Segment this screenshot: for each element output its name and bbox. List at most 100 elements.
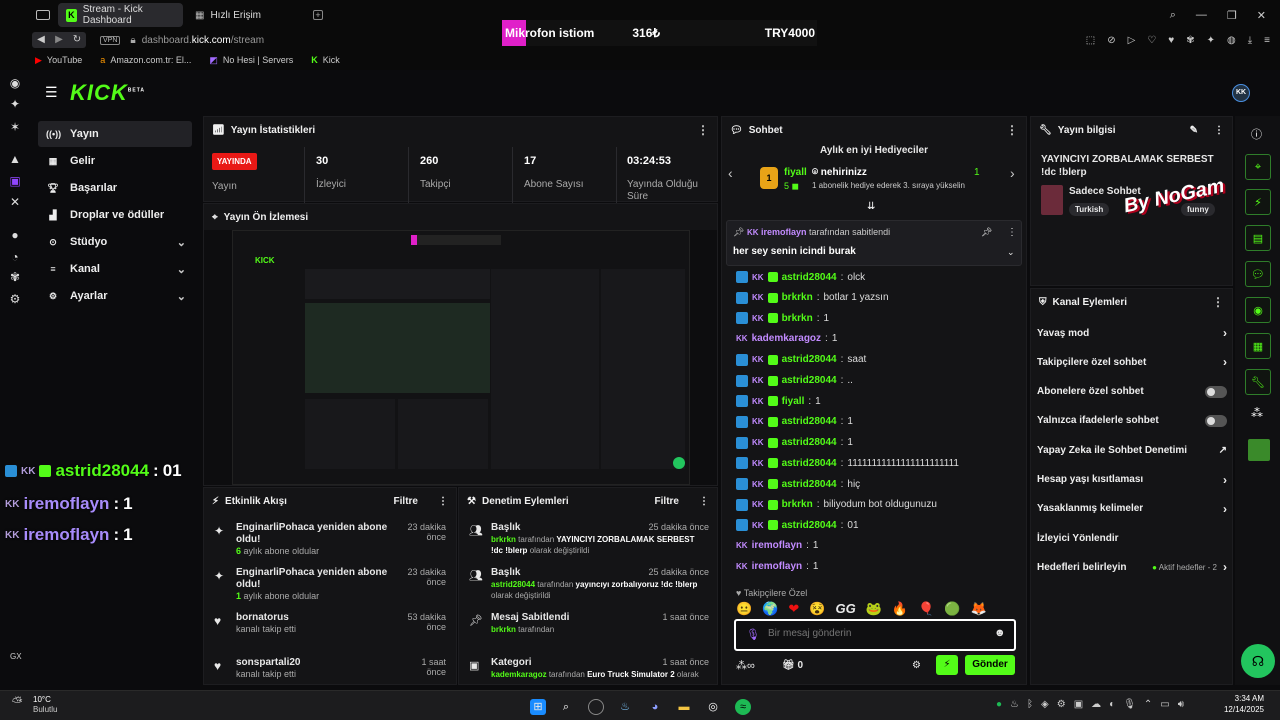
pinned-more-icon[interactable]: ⋮ <box>1007 227 1017 238</box>
chat-message[interactable]: KK astrid28044:11111111111111111111111 <box>736 457 959 470</box>
tray-app2-icon[interactable]: ⚙ <box>1057 699 1066 710</box>
chat-message[interactable]: KK brkrkn: botlar 1 yazsın <box>736 291 889 304</box>
action-toggle[interactable] <box>1205 414 1227 427</box>
activity-toggle-icon[interactable]: ⚡︎ <box>1245 189 1271 215</box>
chat-message[interactable]: KK astrid28044:1 <box>736 436 853 449</box>
nav-item[interactable]: ((•)) Yayın <box>38 121 192 147</box>
ext3-icon[interactable]: ◍ <box>1227 35 1236 46</box>
chat-username[interactable]: astrid28044 <box>782 272 837 283</box>
moderation-item[interactable]: 👥︎ Başlık brkrkn tarafından YAYINCIYI ZORB… <box>469 522 709 564</box>
avatar[interactable]: KK <box>1232 84 1250 102</box>
reload-icon[interactable]: ↻ <box>68 32 86 48</box>
chat-message[interactable]: KK astrid28044: olck <box>736 271 865 283</box>
tray-app4-icon[interactable]: ☁ <box>1091 699 1101 710</box>
chat-username[interactable]: iremoflayn <box>752 561 803 572</box>
chat-message[interactable]: KK iremoflayn:1 <box>736 561 818 572</box>
maximize-icon[interactable]: ❐ <box>1227 9 1237 22</box>
chat-username[interactable]: astrid28044 <box>782 354 837 365</box>
preview-toggle-icon[interactable]: ⌖ <box>1245 154 1271 180</box>
chat-username[interactable]: astrid28044 <box>782 458 837 469</box>
chat-message[interactable]: KK brkrkn:1 <box>736 312 829 325</box>
emote[interactable]: 🌍 <box>762 601 778 617</box>
channel-action-item[interactable]: Yalnızca ifadelerle sohbet <box>1037 411 1227 431</box>
tray-bluetooth-icon[interactable]: ᛒ <box>1027 699 1033 710</box>
tab-workspace-icon[interactable] <box>36 10 50 20</box>
nav-item[interactable]: ▟ Droplar ve ödüller <box>38 202 192 228</box>
tab-quick-access[interactable]: ▦ Hızlı Erişim <box>187 3 307 27</box>
emote[interactable]: 🐸 <box>866 601 882 617</box>
chat-username[interactable]: astrid28044 <box>782 437 837 448</box>
more-icon[interactable]: ⋮ <box>1212 295 1224 309</box>
pinned-message[interactable]: 📌︎ KK iremoflayn tarafından sabitlendi h… <box>726 220 1022 266</box>
mic-icon[interactable]: 🎙︎ <box>746 628 760 641</box>
start-icon[interactable]: ⊞ <box>530 699 546 715</box>
flow-icon[interactable]: ◉ <box>8 76 22 90</box>
chat-message[interactable]: KK brkrkn: biliyodum bot oldugunuzu <box>736 498 937 511</box>
spotify-icon[interactable]: ● <box>8 228 22 242</box>
nav-item[interactable]: ≡ Kanal ⌄ <box>38 256 192 282</box>
chat-input[interactable] <box>768 628 978 639</box>
player-icon[interactable]: ▷ <box>1128 35 1136 46</box>
unpin-icon[interactable]: 📌︎ <box>981 227 992 238</box>
chat-message[interactable]: KK astrid28044:.. <box>736 374 853 387</box>
close-icon[interactable]: ✕ <box>1257 9 1266 22</box>
preview-video[interactable]: KICK <box>204 230 717 485</box>
extension-icon[interactable]: ✦ <box>8 97 22 111</box>
info-toggle-icon[interactable]: 🔧︎ <box>1245 369 1271 395</box>
chat-username[interactable]: fiyall <box>782 396 805 407</box>
notes-toggle-icon[interactable]: ▤ <box>1245 225 1271 251</box>
moderation-item[interactable]: 👥︎ Başlık astrid28044 tarafından yayıncıyı… <box>469 567 709 609</box>
emote[interactable]: 🟢 <box>944 601 960 617</box>
chat-message[interactable]: KK astrid28044: hiç <box>736 478 860 490</box>
forward-icon[interactable]: ▶ <box>50 32 68 48</box>
channel-action-item[interactable]: Yavaş mod › <box>1037 323 1227 343</box>
chat-username[interactable]: brkrkn <box>782 313 813 324</box>
gifters-prev-icon[interactable]: ‹ <box>728 165 733 181</box>
scroll-down-icon[interactable]: ⇊ <box>867 201 875 212</box>
tray-spotify-icon[interactable]: ● <box>996 699 1002 710</box>
tray-app3-icon[interactable]: ▣ <box>1074 699 1083 710</box>
nav-item[interactable]: ▦ Gelir <box>38 148 192 174</box>
app-icon[interactable]: ◎ <box>705 699 721 715</box>
chat-message[interactable]: KK fiyall:1 <box>736 395 821 408</box>
chat-message[interactable]: KK astrid28044:01 <box>736 519 859 532</box>
nav-item[interactable]: ⊙ Stüdyo ⌄ <box>38 229 192 255</box>
more-icon[interactable]: ⋮ <box>697 123 709 137</box>
kick-ai-icon[interactable]: ⚡︎ <box>936 655 958 675</box>
back-icon[interactable]: ◀ <box>32 32 50 48</box>
activity-item[interactable]: ✦ EnginarliPohaca yeniden abone oldu! 1 ay… <box>214 567 446 607</box>
weather-icon[interactable]: ⛅︎ <box>12 694 22 710</box>
activity-item[interactable]: ✦ EnginarliPohaca yeniden abone oldu! 6 ay… <box>214 522 446 562</box>
bookmark-youtube[interactable]: ▶ YouTube <box>35 55 82 66</box>
explorer-icon[interactable]: ▬ <box>676 699 692 715</box>
bookmark-kick[interactable]: K Kick <box>311 55 340 65</box>
emote[interactable]: 🔥 <box>892 601 908 617</box>
extension-icon[interactable]: ✾ <box>1186 35 1194 46</box>
more-icon[interactable]: ⋮ <box>438 496 448 507</box>
channel-action-item[interactable]: Abonelere özel sohbet <box>1037 382 1227 402</box>
chat-username[interactable]: astrid28044 <box>782 375 837 386</box>
more-icon[interactable]: ⋮ <box>1214 125 1224 136</box>
kick-icon[interactable]: ▲ <box>8 152 22 166</box>
chat-message[interactable]: KK iremoflayn:1 <box>736 540 818 551</box>
chat-message[interactable]: KK kademkaragoz:1 <box>736 333 837 344</box>
chat-settings-icon[interactable]: ⚙ <box>912 660 921 671</box>
emote[interactable]: 🦊 <box>970 601 986 617</box>
moderation-item[interactable]: 📌︎ Mesaj Sabitlendi brkrkn tarafından 1 sa… <box>469 612 709 654</box>
tray-steam-icon[interactable]: ♨ <box>1010 699 1019 710</box>
chat-username[interactable]: astrid28044 <box>782 416 837 427</box>
community-icon[interactable]: ⁂ <box>1251 406 1263 420</box>
send-button[interactable]: Gönder <box>965 655 1015 675</box>
new-tab-icon[interactable]: + <box>313 10 323 20</box>
feather-icon[interactable]: ✾ <box>8 270 22 284</box>
channel-action-item[interactable]: İzleyici Yönlendir <box>1037 528 1227 548</box>
channel-action-item[interactable]: Yasaklanmış kelimeler › <box>1037 499 1227 519</box>
channel-action-item[interactable]: Yapay Zeka ile Sohbet Denetimi ↗ <box>1037 440 1227 460</box>
snapshot-icon[interactable]: ⬚ <box>1086 35 1095 46</box>
twitch-icon[interactable]: ▣ <box>8 174 22 188</box>
chat-username[interactable]: iremoflayn <box>752 540 803 551</box>
download-icon[interactable]: ⤓ <box>1248 35 1252 46</box>
filter-button[interactable]: Filtre <box>655 496 679 507</box>
more-icon[interactable]: ⋮ <box>1006 123 1018 137</box>
gifters-next-icon[interactable]: › <box>1010 165 1015 181</box>
